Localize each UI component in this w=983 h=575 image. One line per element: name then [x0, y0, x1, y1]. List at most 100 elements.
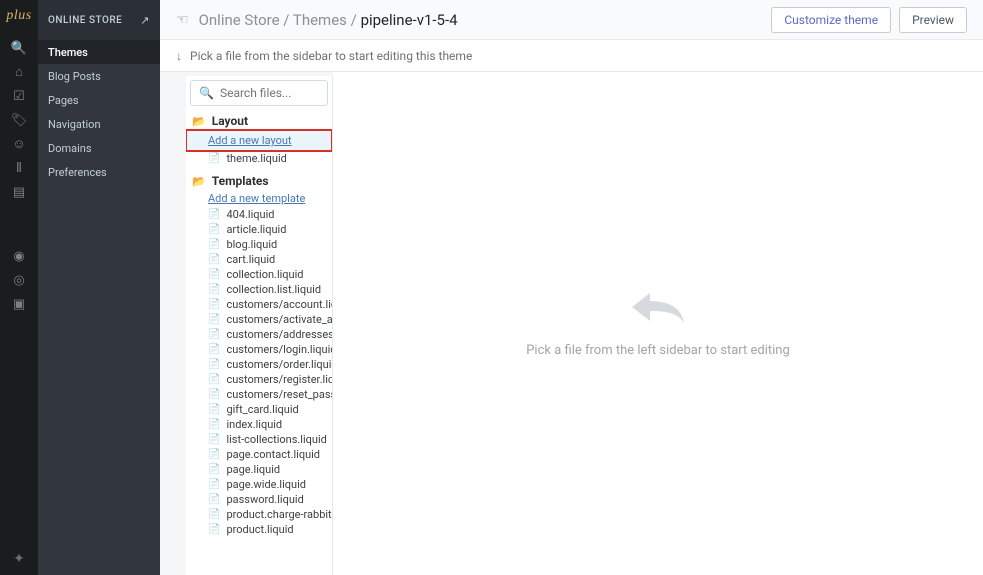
breadcrumb: Online Store / Themes / pipeline-v1-5-4: [199, 11, 458, 29]
file-icon: 📄: [208, 404, 220, 415]
file-item[interactable]: 📄 list-collections.liquid: [186, 432, 332, 447]
file-icon: 📄: [208, 239, 220, 250]
file-item[interactable]: 📄 customers/activate_accoun: [186, 312, 332, 327]
file-icon: 📄: [208, 464, 220, 475]
main-gutter: [160, 72, 186, 575]
search-input[interactable]: [220, 86, 319, 100]
sidebar-item-blog-posts[interactable]: Blog Posts: [38, 64, 160, 88]
file-item[interactable]: 📄collection.list.liquid: [186, 282, 332, 297]
file-icon: 📄: [208, 299, 220, 310]
tag-icon[interactable]: 🏷: [0, 108, 38, 132]
file-label: collection.liquid: [226, 268, 303, 281]
file-label: blog.liquid: [226, 238, 277, 251]
file-icon: 📄: [208, 314, 220, 325]
file-label: product.charge-rabbit.liqu: [226, 508, 332, 521]
file-icon: 📄: [208, 479, 220, 490]
folder-icon: 📂: [192, 115, 206, 128]
sidebar-item-pages[interactable]: Pages: [38, 88, 160, 112]
file-icon: 📄: [208, 153, 220, 164]
brand-logo: plus: [6, 8, 31, 24]
file-label: page.contact.liquid: [226, 448, 320, 461]
file-item[interactable]: 📄 page.contact.liquid: [186, 447, 332, 462]
sub-header: ↓ Pick a file from the sidebar to start …: [160, 40, 983, 72]
add-new-template-link[interactable]: Add a new template: [186, 190, 332, 207]
file-icon: 📄: [208, 434, 220, 445]
sidebar-item-domains[interactable]: Domains: [38, 136, 160, 160]
file-item[interactable]: 📄customers/login.liquid: [186, 342, 332, 357]
breadcrumb-seg2[interactable]: Themes: [293, 11, 347, 29]
file-item[interactable]: 📄 cart.liquid: [186, 252, 332, 267]
file-icon: 📄: [208, 449, 220, 460]
breadcrumb-current: pipeline-v1-5-4: [361, 11, 458, 29]
file-icon: 📄: [208, 359, 220, 370]
top-header: ☜ Online Store / Themes / pipeline-v1-5-…: [160, 0, 983, 40]
file-item[interactable]: 📄 page.wide.liquid: [186, 477, 332, 492]
file-icon: 📄: [208, 209, 220, 220]
download-arrow-icon: ↓: [176, 49, 182, 63]
file-icon: 📄: [208, 344, 220, 355]
file-item[interactable]: 📄 password.liquid: [186, 492, 332, 507]
editor-placeholder-text: Pick a file from the left sidebar to sta…: [526, 343, 790, 358]
file-label: gift_card.liquid: [226, 403, 298, 416]
file-label: customers/activate_accoun: [226, 313, 332, 326]
file-label: list-collections.liquid: [226, 433, 326, 446]
file-label: customers/account.liquid: [226, 298, 332, 311]
folder-templates[interactable]: 📂 Templates: [186, 172, 332, 190]
file-item[interactable]: 📄page.liquid: [186, 462, 332, 477]
file-item[interactable]: 📄article.liquid: [186, 222, 332, 237]
home-icon[interactable]: ⌂: [0, 60, 38, 84]
analytics-icon[interactable]: ⫴: [0, 156, 38, 180]
file-label: page.wide.liquid: [226, 478, 306, 491]
add-new-layout-link[interactable]: Add a new layout: [186, 130, 332, 151]
file-item[interactable]: 📄product.liquid: [186, 522, 332, 537]
orders-icon[interactable]: ☑: [0, 84, 38, 108]
file-icon: 📄: [208, 374, 220, 385]
file-item[interactable]: 📄 gift_card.liquid: [186, 402, 332, 417]
file-item[interactable]: 📄 blog.liquid: [186, 237, 332, 252]
editor-area: Pick a file from the left sidebar to sta…: [333, 72, 983, 575]
file-item[interactable]: 📄customers/register.liquid: [186, 372, 332, 387]
file-label: customers/reset_password: [226, 388, 332, 401]
online-store-icon[interactable]: ◉: [0, 244, 38, 268]
file-icon: 📄: [208, 254, 220, 265]
icon-rail: plus 🔍 ⌂ ☑ 🏷 ☺ ⫴ ▤ ◉ ◎ ▣ ✦: [0, 0, 38, 575]
customers-icon[interactable]: ☺: [0, 132, 38, 156]
file-item[interactable]: 📄customers/addresses.liqui: [186, 327, 332, 342]
folder-layout[interactable]: 📂 Layout: [186, 112, 332, 130]
customize-theme-button[interactable]: Customize theme: [771, 7, 891, 33]
file-item[interactable]: 📄 customers/account.liquid: [186, 297, 332, 312]
file-item[interactable]: 📄 404.liquid: [186, 207, 332, 222]
sidebar-item-navigation[interactable]: Navigation: [38, 112, 160, 136]
discounts-icon[interactable]: ▤: [0, 180, 38, 204]
file-icon: 📄: [208, 224, 220, 235]
file-icon: 📄: [208, 419, 220, 430]
file-panel: 🔍 📂 Layout Add a new layout 📄theme.liqui…: [186, 76, 333, 575]
search-box[interactable]: 🔍: [190, 80, 328, 106]
pin-icon[interactable]: ◎: [0, 268, 38, 292]
file-item[interactable]: 📄 customers/reset_password: [186, 387, 332, 402]
sidebar-header: ONLINE STORE ↗: [38, 0, 160, 40]
external-link-icon[interactable]: ↗: [140, 14, 150, 27]
file-label: collection.list.liquid: [226, 283, 321, 296]
file-icon: 📄: [208, 494, 220, 505]
apps-icon[interactable]: ▣: [0, 292, 38, 316]
file-item[interactable]: 📄theme.liquid: [186, 151, 332, 166]
back-icon[interactable]: ☜: [176, 12, 189, 28]
folder-label: Layout: [212, 114, 248, 128]
sidebar-item-themes[interactable]: Themes: [38, 40, 160, 64]
file-label: index.liquid: [226, 418, 282, 431]
file-item[interactable]: 📄collection.liquid: [186, 267, 332, 282]
file-item[interactable]: 📄product.charge-rabbit.liqu: [186, 507, 332, 522]
file-item[interactable]: 📄customers/order.liquid: [186, 357, 332, 372]
file-item[interactable]: 📄 index.liquid: [186, 417, 332, 432]
search-icon[interactable]: 🔍: [0, 36, 38, 60]
sidebar-item-preferences[interactable]: Preferences: [38, 160, 160, 184]
file-label: password.liquid: [226, 493, 303, 506]
file-label: 404.liquid: [226, 208, 274, 221]
file-icon: 📄: [208, 389, 220, 400]
search-icon: 🔍: [199, 86, 214, 100]
file-label: cart.liquid: [226, 253, 275, 266]
breadcrumb-seg1[interactable]: Online Store: [199, 11, 280, 29]
settings-puzzle-icon[interactable]: ✦: [0, 551, 38, 567]
preview-button[interactable]: Preview: [899, 7, 967, 33]
